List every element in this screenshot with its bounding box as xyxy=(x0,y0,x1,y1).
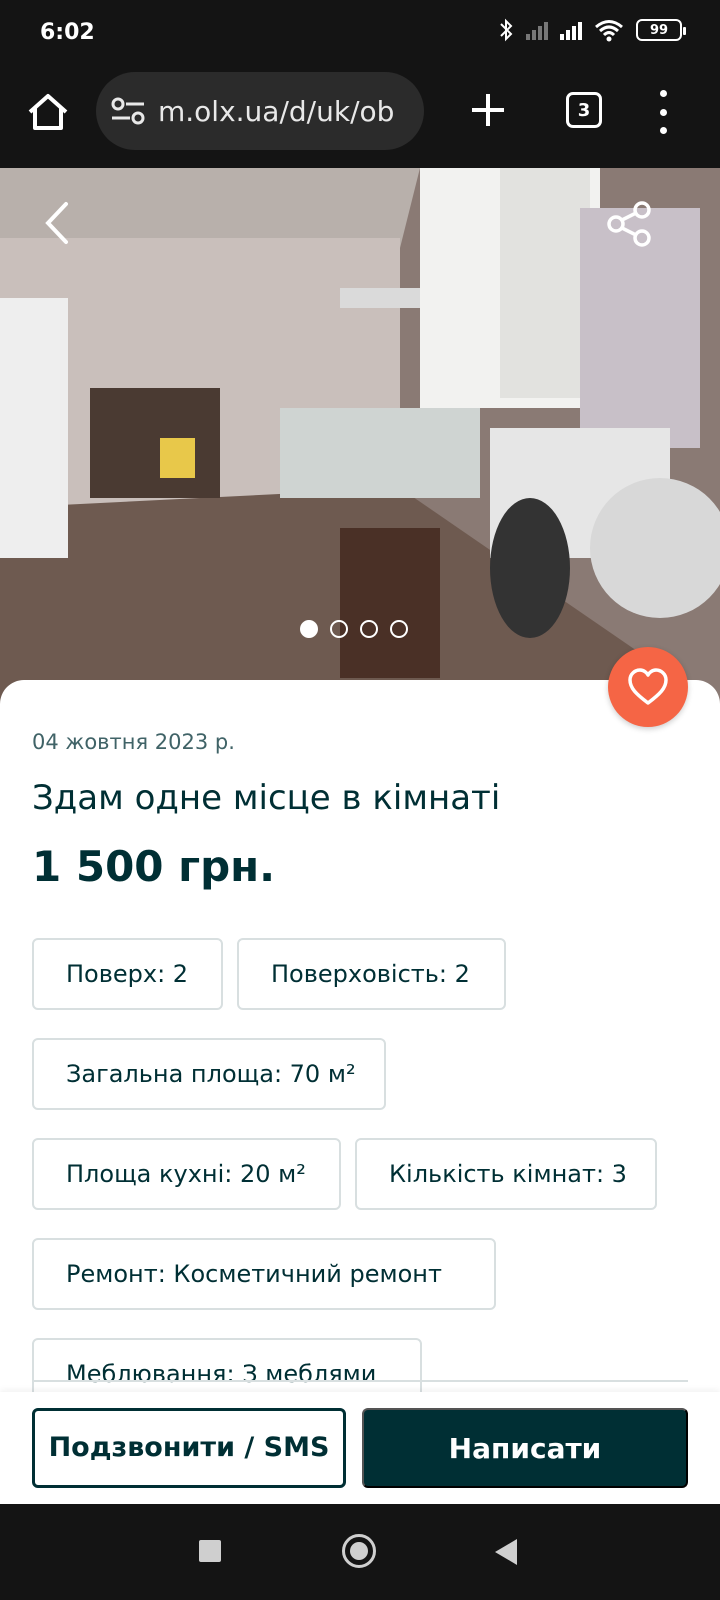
signal-icon-2 xyxy=(560,20,582,40)
home-icon[interactable] xyxy=(24,88,72,136)
call-sms-button[interactable]: Подзвонити / SMS xyxy=(32,1408,346,1488)
bluetooth-icon xyxy=(500,18,513,42)
gallery-pagination[interactable] xyxy=(300,620,408,638)
url-text[interactable]: m.olx.ua/d/uk/ob xyxy=(158,95,394,128)
home-circle-icon[interactable] xyxy=(342,1534,376,1568)
heart-icon xyxy=(628,668,668,705)
battery-icon: 99 xyxy=(636,19,686,41)
wifi-icon xyxy=(595,20,623,42)
share-icon[interactable] xyxy=(604,198,656,250)
browser-toolbar: m.olx.ua/d/uk/ob 3 xyxy=(0,70,720,168)
param-total-floors: Поверховість: 2 xyxy=(237,938,506,1010)
write-message-button[interactable]: Написати xyxy=(362,1408,688,1488)
param-floor: Поверх: 2 xyxy=(32,938,223,1010)
recents-icon[interactable] xyxy=(199,1540,221,1562)
more-menu-icon[interactable] xyxy=(648,90,678,134)
listing-title: Здам одне місце в кімнаті xyxy=(32,778,501,818)
address-bar[interactable]: m.olx.ua/d/uk/ob xyxy=(96,72,424,150)
listing-date: 04 жовтня 2023 р. xyxy=(32,730,235,754)
signal-icon-1 xyxy=(526,20,548,40)
status-time: 6:02 xyxy=(40,20,95,45)
param-renovation: Ремонт: Косметичний ремонт xyxy=(32,1238,496,1310)
listing-parameters: Поверх: 2 Поверховість: 2 Загальна площа… xyxy=(32,938,692,1410)
param-room-count: Кількість кімнат: 3 xyxy=(355,1138,657,1210)
favorite-button[interactable] xyxy=(608,647,688,727)
tab-switcher-button[interactable]: 3 xyxy=(566,92,602,128)
system-navigation-bar xyxy=(0,1504,720,1600)
status-bar: 6:02 99 xyxy=(0,0,720,70)
param-kitchen-area: Площа кухні: 20 м² xyxy=(32,1138,341,1210)
param-total-area: Загальна площа: 70 м² xyxy=(32,1038,386,1110)
plus-icon[interactable] xyxy=(466,88,510,132)
gallery-dot[interactable] xyxy=(390,620,408,638)
site-settings-icon[interactable] xyxy=(110,96,146,126)
gallery-dot[interactable] xyxy=(360,620,378,638)
divider xyxy=(32,1380,688,1382)
back-arrow-icon[interactable] xyxy=(38,198,78,248)
gallery-dot[interactable] xyxy=(330,620,348,638)
gallery-dot[interactable] xyxy=(300,620,318,638)
contact-action-bar: Подзвонити / SMS Написати xyxy=(0,1392,720,1504)
listing-photo[interactable] xyxy=(0,168,720,708)
listing-price: 1 500 грн. xyxy=(32,842,276,891)
back-triangle-icon[interactable] xyxy=(495,1539,517,1565)
status-icons: 99 xyxy=(498,18,686,42)
